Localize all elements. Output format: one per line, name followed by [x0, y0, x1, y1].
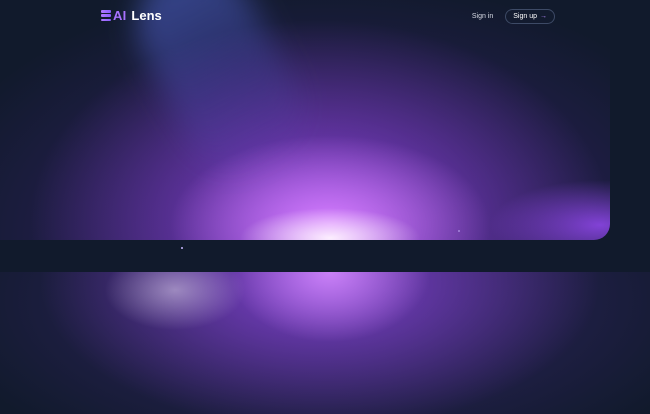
- sign-in-link[interactable]: Sign in: [468, 10, 497, 23]
- star-spark: [458, 230, 460, 232]
- logo-link[interactable]: AI Lens: [101, 8, 162, 23]
- divider-band: [0, 240, 650, 272]
- reflection-glow: [0, 272, 650, 414]
- top-navbar: AI Lens Sign in Sign up →: [0, 0, 650, 34]
- menu-lines-logo-icon: [101, 10, 111, 21]
- sign-up-button[interactable]: Sign up →: [505, 9, 555, 24]
- arrow-right-icon: →: [540, 13, 547, 20]
- logo-ai-text: AI: [113, 8, 127, 23]
- hero-glow-panel: [0, 0, 610, 240]
- sign-up-label: Sign up: [513, 13, 537, 20]
- landing-page: AI Lens Sign in Sign up →: [0, 0, 650, 414]
- logo-name-text: Lens: [131, 8, 162, 23]
- star-spark: [181, 247, 183, 249]
- auth-nav: Sign in Sign up →: [468, 9, 555, 24]
